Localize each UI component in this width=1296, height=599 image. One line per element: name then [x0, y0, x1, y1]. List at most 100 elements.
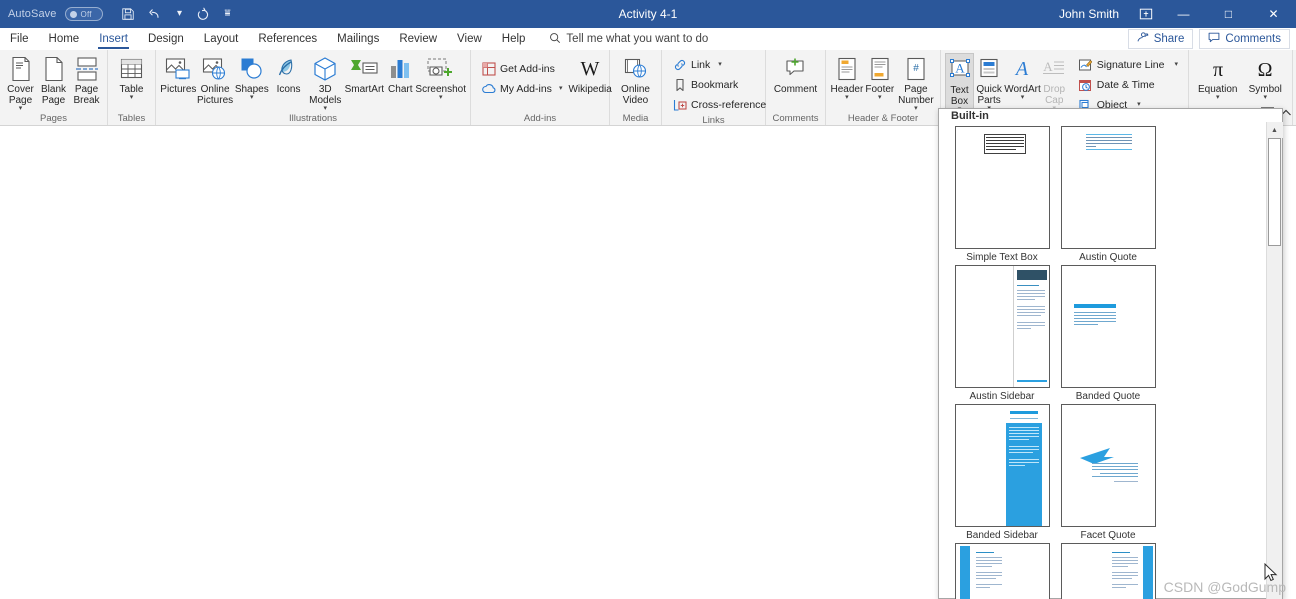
tell-me-search[interactable]: Tell me what you want to do	[549, 32, 708, 47]
cover-page-button[interactable]: Cover Page ▾	[4, 53, 37, 112]
autosave-toggle[interactable]: Off	[64, 7, 103, 21]
date-and-time-button[interactable]: Date & Time	[1074, 75, 1182, 94]
tab-references[interactable]: References	[248, 28, 327, 50]
redo-icon[interactable]	[191, 1, 217, 27]
chevron-down-icon[interactable]: ▾	[250, 94, 254, 101]
chevron-down-icon[interactable]: ▾	[130, 94, 134, 101]
tab-help[interactable]: Help	[492, 28, 536, 50]
chart-icon	[388, 55, 412, 83]
online-pictures-button[interactable]: Online Pictures	[197, 53, 234, 106]
gallery-scrollbar[interactable]: ▲ ▼	[1266, 122, 1283, 599]
undo-icon[interactable]	[143, 1, 169, 27]
chevron-down-icon[interactable]: ▾	[1021, 94, 1025, 101]
chevron-down-icon[interactable]: ▾	[1174, 61, 1178, 68]
chevron-down-icon[interactable]: ▾	[439, 94, 443, 101]
smartart-label: SmartArt	[344, 84, 385, 95]
text-box-label: Text Box	[950, 85, 969, 107]
scrollbar-thumb[interactable]	[1267, 138, 1281, 246]
save-icon[interactable]	[115, 1, 141, 27]
header-button[interactable]: Header ▾	[830, 53, 864, 101]
quick-parts-button[interactable]: Quick Parts ▾	[974, 53, 1004, 112]
chevron-down-icon[interactable]: ▾	[718, 61, 722, 68]
date-and-time-icon	[1078, 77, 1093, 92]
table-button[interactable]: Table ▾	[112, 53, 151, 101]
share-button[interactable]: Share	[1127, 29, 1194, 49]
group-label-pages: Pages	[40, 113, 67, 124]
footer-button[interactable]: Footer ▾	[864, 53, 896, 101]
get-add-ins-button[interactable]: Get Add-ins	[477, 59, 566, 78]
gallery-item-simple-text-box[interactable]: Simple Text Box	[949, 126, 1055, 263]
cover-page-icon	[9, 55, 33, 83]
wordart-button[interactable]: A WordArt ▾	[1004, 53, 1041, 101]
scroll-up-icon[interactable]: ▲	[1266, 122, 1283, 138]
tab-home[interactable]: Home	[39, 28, 90, 50]
title-bar: AutoSave Off ▾ ⩸ Activity 4-1 John Smith	[0, 0, 1296, 28]
maximize-button[interactable]: □	[1206, 0, 1251, 28]
minimize-button[interactable]: —	[1161, 0, 1206, 28]
new-comment-button[interactable]: Comment	[770, 53, 821, 95]
icons-button[interactable]: Icons	[270, 53, 307, 95]
chevron-down-icon[interactable]: ▾	[1137, 101, 1141, 108]
scrollbar-track[interactable]	[1267, 138, 1283, 599]
tabstrip-right-actions: Share Comments	[1127, 29, 1290, 49]
cross-reference-icon	[672, 97, 687, 112]
gallery-item-facet-sidebar-right[interactable]: Facet Sidebar (Right)	[1055, 543, 1161, 599]
tab-mailings[interactable]: Mailings	[327, 28, 389, 50]
equation-button[interactable]: π Equation ▾	[1193, 53, 1242, 101]
chevron-down-icon[interactable]: ▾	[845, 94, 849, 101]
gallery-item-banded-quote[interactable]: Banded Quote	[1055, 265, 1161, 402]
autosave-state: Off	[80, 9, 92, 19]
cross-reference-button[interactable]: Cross-reference	[668, 95, 770, 114]
chevron-down-icon[interactable]: ▾	[878, 94, 882, 101]
chevron-down-icon[interactable]: ▾	[559, 85, 563, 92]
tab-layout[interactable]: Layout	[194, 28, 249, 50]
online-video-button[interactable]: Online Video	[614, 53, 657, 106]
user-account-name[interactable]: John Smith	[1059, 7, 1119, 21]
tab-review[interactable]: Review	[389, 28, 447, 50]
link-button[interactable]: Link ▾	[668, 55, 770, 74]
tab-view[interactable]: View	[447, 28, 492, 50]
get-add-ins-icon	[481, 61, 496, 76]
undo-dropdown-caret[interactable]: ▾	[171, 1, 189, 27]
page-number-button[interactable]: # Page Number ▾	[896, 53, 936, 112]
gallery-item-facet-sidebar-left[interactable]: Facet Sidebar (Left)	[949, 543, 1055, 599]
chart-label: Chart	[388, 84, 413, 95]
bookmark-icon	[672, 77, 687, 92]
tab-design[interactable]: Design	[138, 28, 194, 50]
blank-page-label: Blank Page	[40, 84, 66, 106]
tab-insert[interactable]: Insert	[89, 28, 138, 50]
3d-models-button[interactable]: 3D Models ▾	[307, 53, 344, 112]
gallery-item-facet-quote[interactable]: Facet Quote	[1055, 404, 1161, 541]
gallery-item-austin-sidebar[interactable]: Austin Sidebar	[949, 265, 1055, 402]
comments-button[interactable]: Comments	[1199, 29, 1290, 49]
group-label-add-ins: Add-ins	[523, 113, 557, 124]
new-comment-icon	[783, 55, 809, 83]
close-button[interactable]: ✕	[1251, 0, 1296, 28]
ribbon-display-options-icon[interactable]	[1131, 0, 1161, 28]
my-add-ins-icon	[481, 81, 496, 96]
wikipedia-button[interactable]: W Wikipedia	[568, 53, 611, 95]
gallery-item-austin-quote[interactable]: Austin Quote	[1055, 126, 1161, 263]
bookmark-button[interactable]: Bookmark	[668, 75, 770, 94]
icons-label: Icons	[276, 84, 301, 95]
smartart-button[interactable]: SmartArt	[344, 53, 386, 95]
comments-label: Comments	[1225, 33, 1281, 45]
symbol-icon: Ω	[1252, 55, 1278, 83]
chart-button[interactable]: Chart	[385, 53, 415, 95]
chevron-down-icon[interactable]: ▾	[1263, 94, 1267, 101]
customize-quick-access-toolbar-icon[interactable]: ⩸	[219, 1, 237, 27]
screenshot-button[interactable]: Screenshot ▾	[415, 53, 466, 101]
my-add-ins-button[interactable]: My Add-ins ▾	[477, 79, 566, 98]
wikipedia-label: Wikipedia	[568, 84, 612, 95]
pictures-button[interactable]: Pictures	[160, 53, 197, 95]
signature-line-button[interactable]: Signature Line ▾	[1074, 55, 1182, 74]
chevron-down-icon[interactable]: ▾	[1216, 94, 1220, 101]
page-break-button[interactable]: Page Break	[70, 53, 103, 106]
blank-page-button[interactable]: Blank Page	[37, 53, 70, 106]
shapes-button[interactable]: Shapes ▾	[233, 53, 270, 101]
text-box-button[interactable]: A Text Box ▾	[945, 53, 975, 114]
symbol-button[interactable]: Ω Symbol ▾	[1242, 53, 1288, 101]
gallery-item-banded-sidebar[interactable]: Banded Sidebar	[949, 404, 1055, 541]
tab-file[interactable]: File	[0, 28, 39, 50]
quick-parts-icon	[977, 55, 1001, 83]
